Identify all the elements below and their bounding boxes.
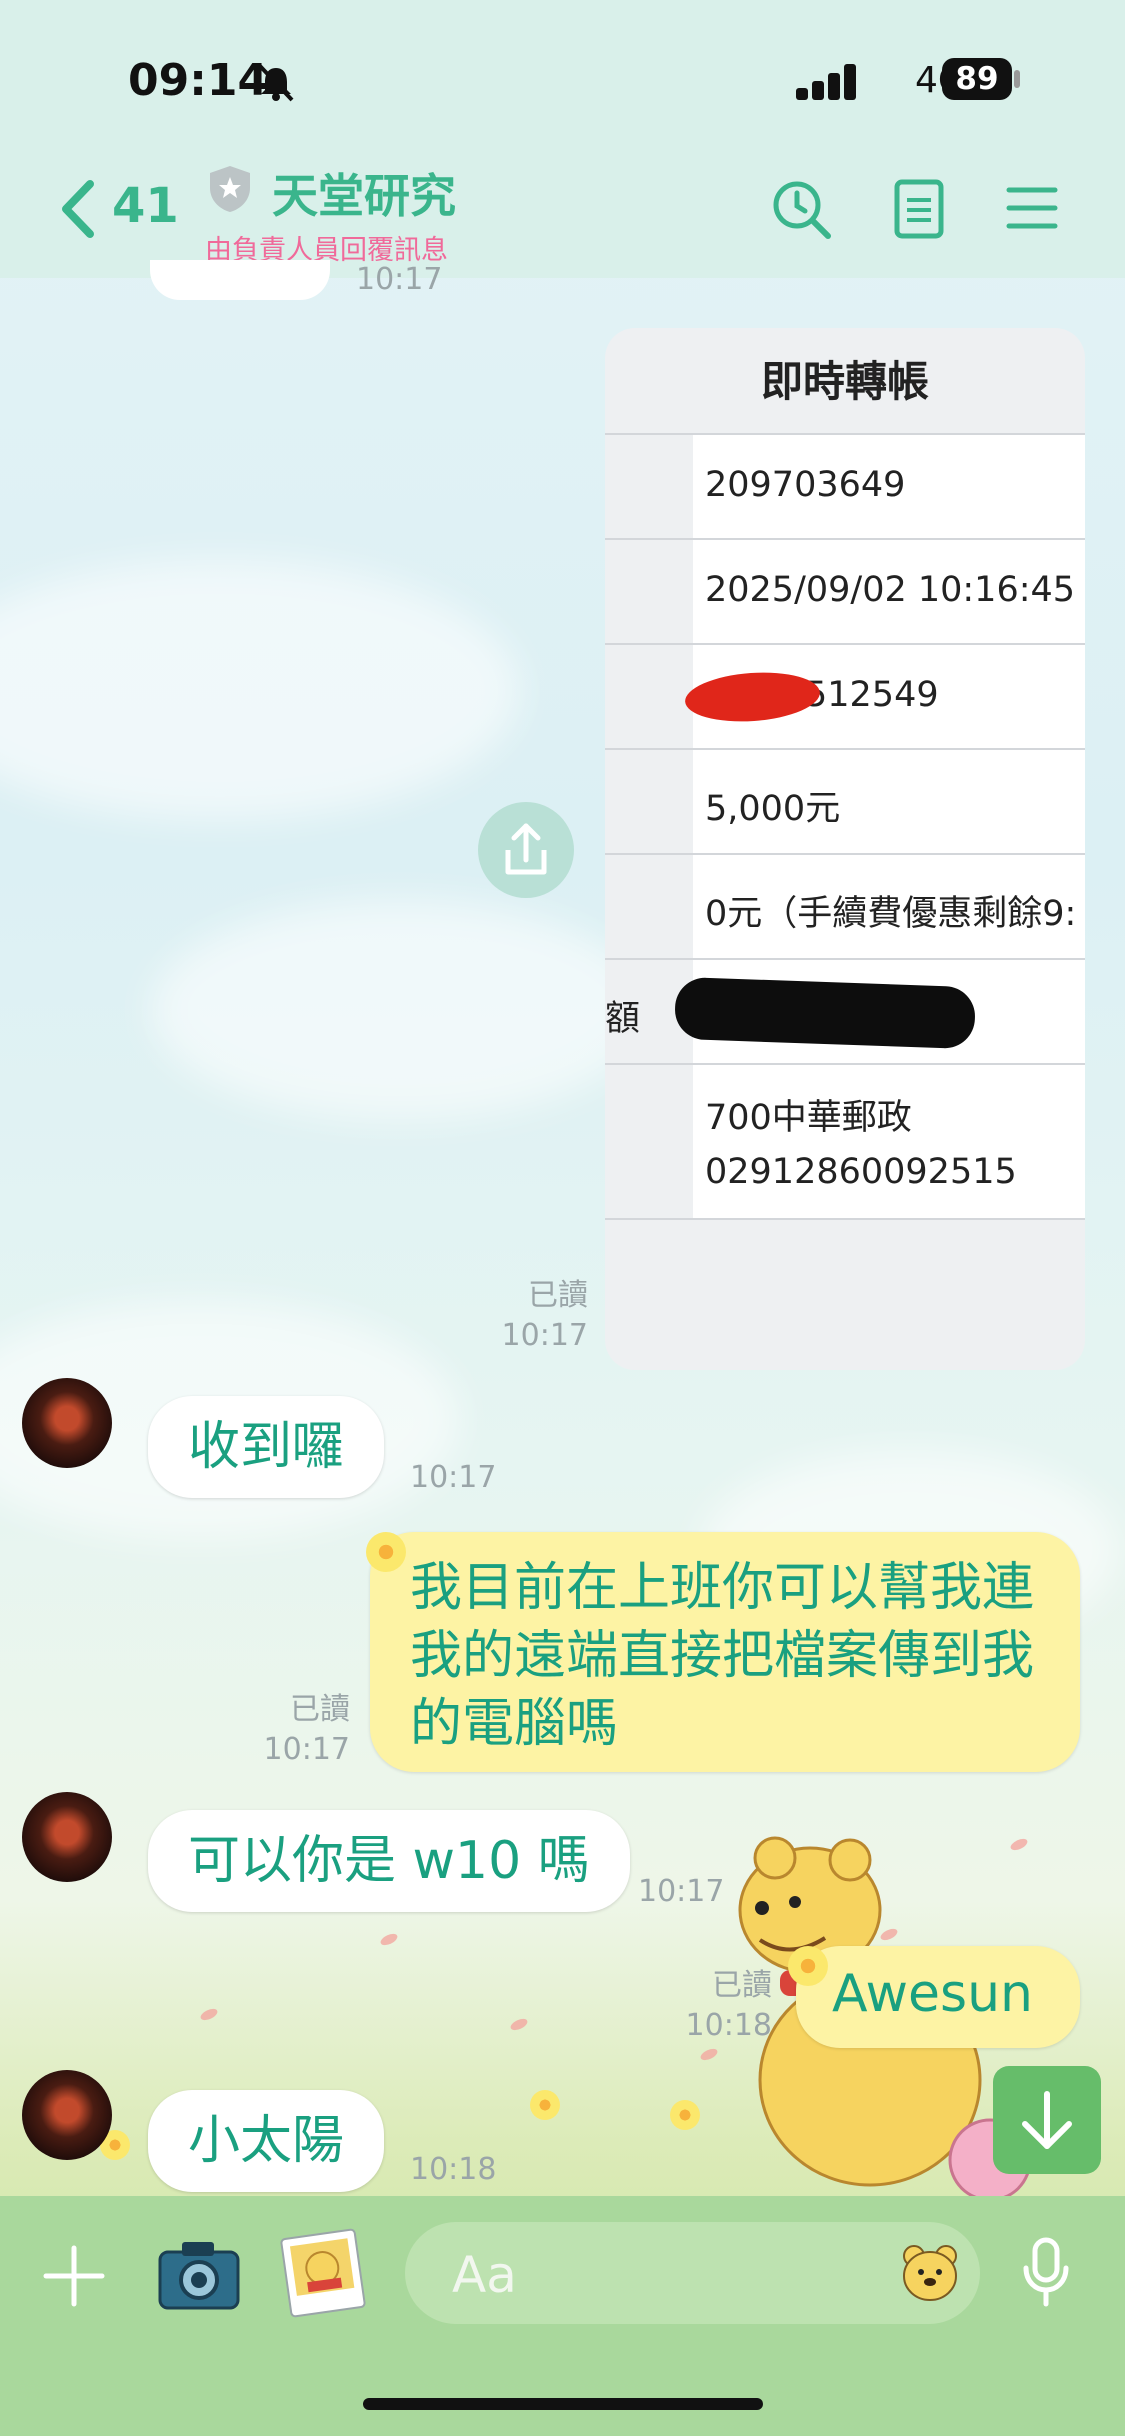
message-text: 我目前在上班你可以幫我連我的遠端直接把檔案傳到我的電腦嗎 [410,1558,1035,1754]
battery-indicator: 89 [942,58,1012,100]
receipt-label: 額 [605,999,641,1039]
receipt-value: 0元（手續費優惠剩餘9: [705,894,1077,934]
signal-icon [796,64,856,100]
receipt-row: 2025/09/02 10:16:45 [605,538,1085,644]
previous-message-bubble [150,260,330,300]
black-redaction-mark [674,976,976,1050]
unread-count[interactable]: 41 [112,178,179,234]
receipt-row: 額 [605,958,1085,1064]
sticker-icon[interactable] [900,2240,960,2304]
incoming-message-bubble[interactable]: 小太陽 [148,2090,385,2192]
home-indicator [363,2398,763,2410]
camera-icon[interactable] [156,2236,242,2312]
read-receipt: 已讀 10:17 [501,1278,588,1353]
message-input-placeholder: Aa [452,2246,517,2304]
arrow-down-icon [1022,2091,1072,2149]
avatar[interactable] [22,1378,112,1468]
share-button[interactable] [478,802,574,898]
incoming-message-bubble[interactable]: 收到囉 [148,1396,385,1498]
outgoing-message-bubble[interactable]: 我目前在上班你可以幫我連我的遠端直接把檔案傳到我的電腦嗎 [370,1532,1080,1772]
message-time: 10:17 [638,1874,725,1909]
back-chevron-icon[interactable] [58,178,98,240]
flower-decoration-icon [366,1532,406,1572]
chat-title[interactable]: 天堂研究 [272,160,456,226]
message-time: 10:17 [410,1460,497,1495]
message-time: 10:18 [410,2152,497,2187]
incoming-message-bubble[interactable]: 可以你是 w10 嗎 [148,1810,630,1912]
photo-gallery-icon[interactable] [280,2228,366,2318]
receipt-row: 5,000元 [605,748,1085,854]
share-icon [505,823,547,875]
microphone-icon[interactable] [1018,2236,1074,2310]
notes-icon[interactable] [893,178,945,240]
plus-icon[interactable] [42,2244,106,2308]
receipt-footer [605,1218,1085,1370]
receipt-value: 5,000元 [705,789,841,829]
battery-tip [1014,70,1020,88]
read-receipt: 已讀 10:18 [685,1968,772,2043]
receipt-value: 2025/09/02 10:16:45 [705,570,1076,610]
receipt-value: 512549 [805,675,939,715]
receipt-value: 700中華郵政 02912860092515 [705,1098,1017,1192]
outgoing-message-bubble[interactable]: Awesun [796,1946,1080,2048]
mute-bell-icon [258,64,294,102]
scroll-to-bottom-button[interactable] [993,2066,1101,2174]
flower-decoration-icon [788,1946,828,1986]
message-text: Awesun [832,1964,1033,2024]
receipt-row: 512549 [605,643,1085,749]
official-shield-icon [210,166,250,212]
receipt-value: 209703649 [705,465,906,505]
menu-icon[interactable] [1006,184,1058,232]
receipt-row: 0元（手續費優惠剩餘9: [605,853,1085,959]
receipt-title: 即時轉帳 [760,357,929,406]
receipt-row: 700中華郵政 02912860092515 [605,1063,1085,1219]
message-time: 10:17 [356,262,443,297]
read-receipt: 已讀 10:17 [263,1692,350,1767]
avatar[interactable] [22,2070,112,2160]
transfer-receipt-image[interactable]: 即時轉帳 209703649 2025/09/02 10:16:45 51254… [605,328,1085,1370]
status-time: 09:14 [128,55,269,106]
search-icon[interactable] [770,178,832,240]
avatar[interactable] [22,1792,112,1882]
receipt-row: 209703649 [605,433,1085,539]
